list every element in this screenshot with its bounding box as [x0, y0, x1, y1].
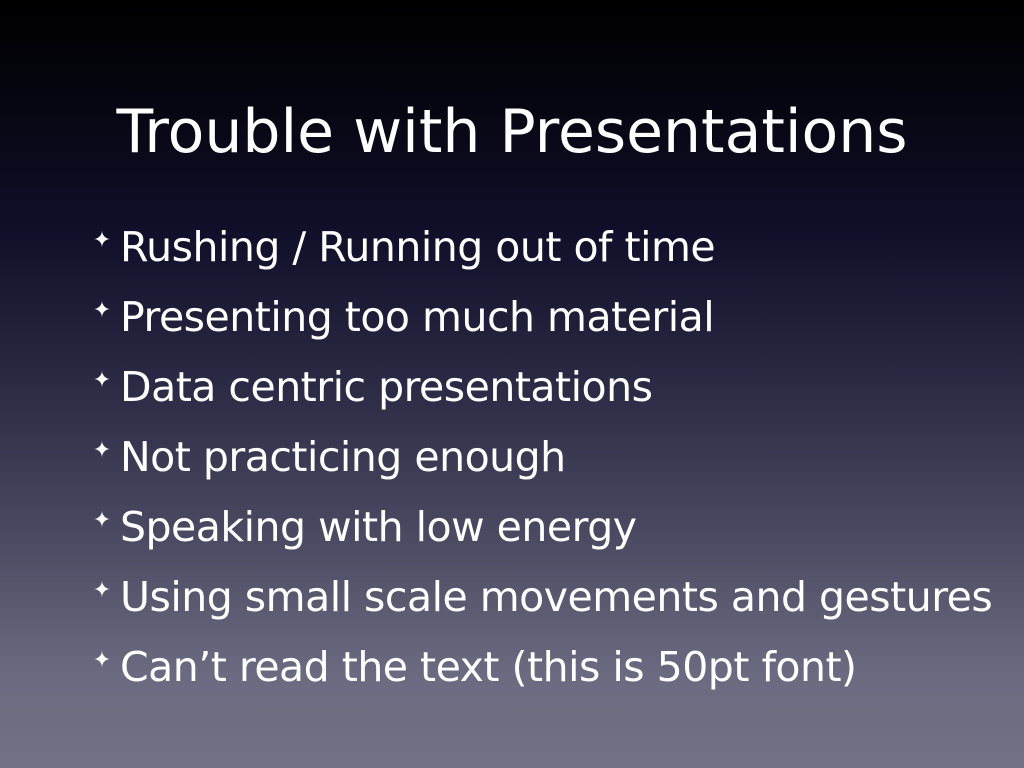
four-pointed-star-icon: ✦ — [92, 648, 112, 673]
bullet-list: ✦ Rushing / Running out of time ✦ Presen… — [86, 212, 1006, 702]
slide-title: Trouble with Presentations — [116, 97, 908, 167]
bullet-text: Presenting too much material — [120, 293, 715, 341]
four-pointed-star-icon: ✦ — [92, 368, 112, 393]
list-item: ✦ Can’t read the text (this is 50pt font… — [86, 632, 1006, 702]
four-pointed-star-icon: ✦ — [92, 508, 112, 533]
four-pointed-star-icon: ✦ — [92, 298, 112, 323]
bullet-text: Can’t read the text (this is 50pt font) — [120, 643, 857, 691]
bullet-text: Data centric presentations — [120, 363, 653, 411]
bullet-text: Not practicing enough — [120, 433, 566, 481]
slide: Trouble with Presentations ✦ Rushing / R… — [0, 0, 1024, 768]
bullet-text: Rushing / Running out of time — [120, 223, 716, 271]
bullet-text: Speaking with low energy — [120, 503, 637, 551]
list-item: ✦ Not practicing enough — [86, 422, 1006, 492]
list-item: ✦ Rushing / Running out of time — [86, 212, 1006, 282]
list-item: ✦ Speaking with low energy — [86, 492, 1006, 562]
list-item: ✦ Presenting too much material — [86, 282, 1006, 352]
four-pointed-star-icon: ✦ — [92, 578, 112, 603]
bullet-text: Using small scale movements and gestures — [120, 573, 993, 621]
four-pointed-star-icon: ✦ — [92, 228, 112, 253]
list-item: ✦ Data centric presentations — [86, 352, 1006, 422]
four-pointed-star-icon: ✦ — [92, 438, 112, 463]
list-item: ✦ Using small scale movements and gestur… — [86, 562, 1006, 632]
